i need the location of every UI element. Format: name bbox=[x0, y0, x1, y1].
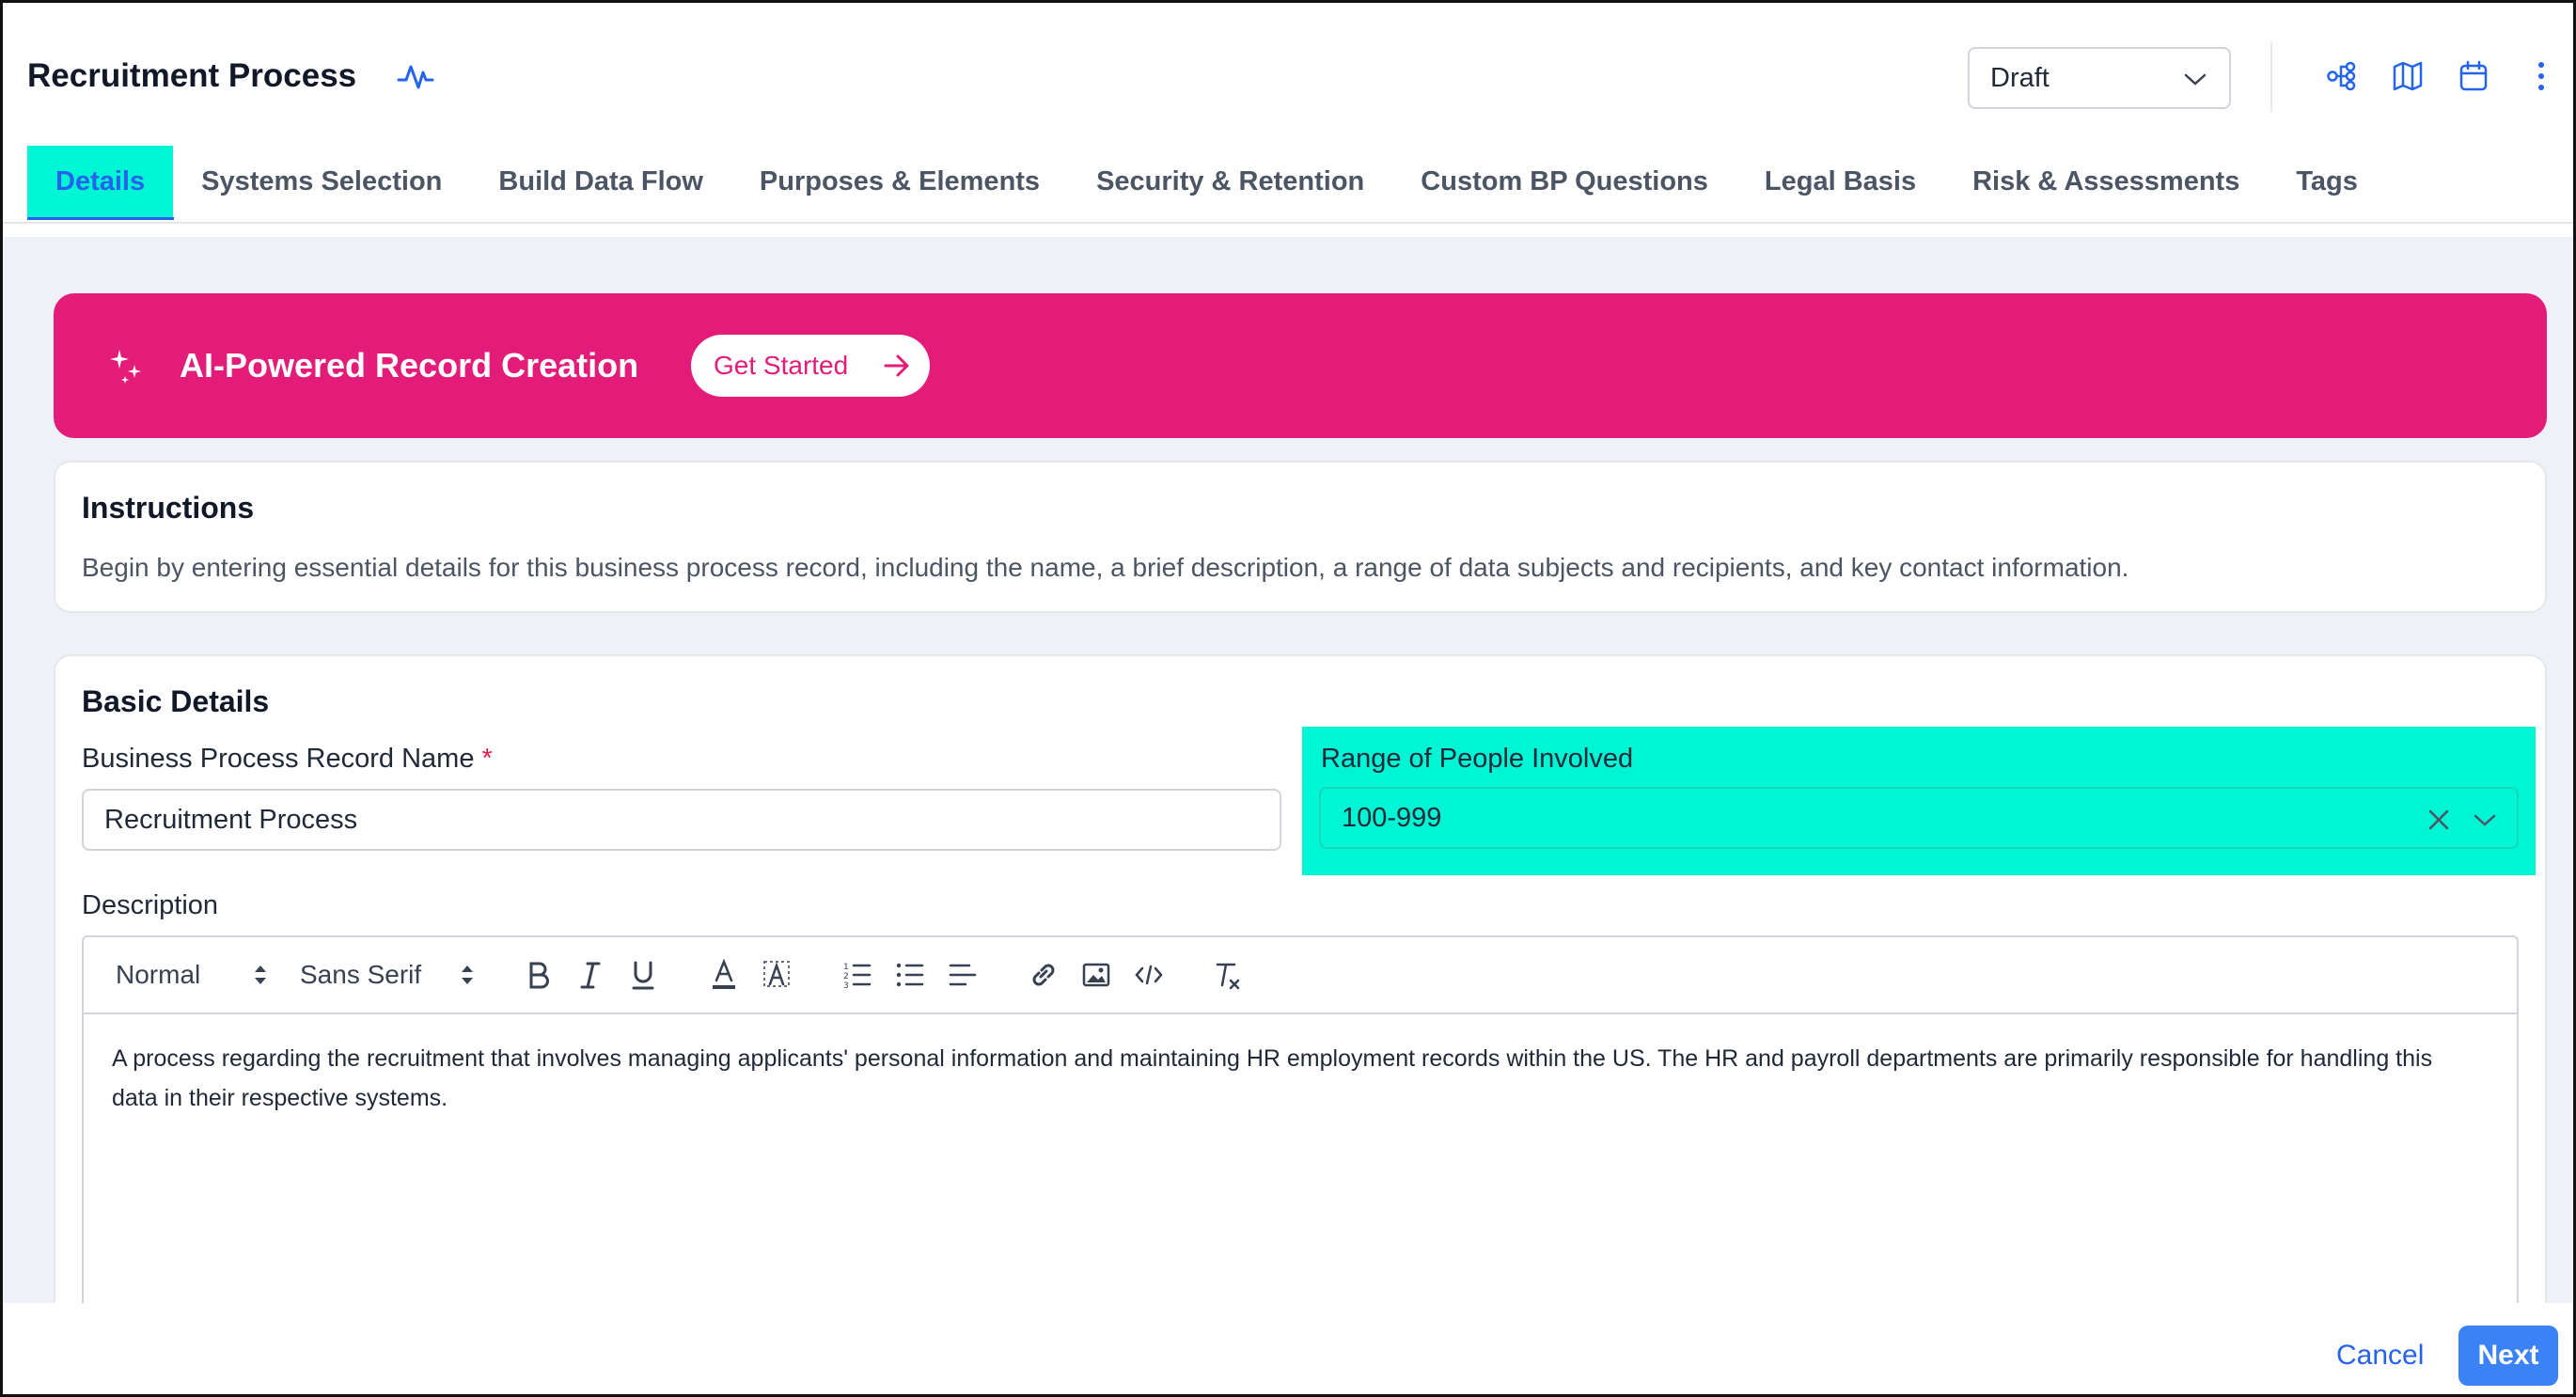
ordered-list-icon[interactable]: 123 bbox=[841, 958, 873, 992]
record-name-label-text: Business Process Record Name bbox=[82, 744, 475, 774]
tab-bar: Details Systems Selection Build Data Flo… bbox=[27, 146, 2386, 221]
svg-text:1: 1 bbox=[843, 963, 849, 972]
code-icon[interactable] bbox=[1133, 958, 1165, 992]
range-of-people-label: Range of People Involved bbox=[1321, 744, 1634, 774]
tab-purposes-elements[interactable]: Purposes & Elements bbox=[731, 146, 1068, 217]
description-text[interactable]: A process regarding the recruitment that… bbox=[112, 1039, 2481, 1118]
cancel-button[interactable]: Cancel bbox=[2316, 1327, 2444, 1384]
tab-bar-border bbox=[3, 222, 2573, 224]
link-icon[interactable] bbox=[1028, 958, 1060, 992]
range-of-people-select[interactable]: 100-999 bbox=[1319, 787, 2519, 849]
clear-icon[interactable] bbox=[2427, 808, 2451, 832]
tab-custom-bp-questions[interactable]: Custom BP Questions bbox=[1392, 146, 1736, 217]
get-started-button[interactable]: Get Started bbox=[691, 335, 930, 397]
underline-icon[interactable] bbox=[629, 958, 657, 992]
ai-banner: AI-Powered Record Creation Get Started bbox=[54, 293, 2547, 438]
description-label: Description bbox=[82, 890, 219, 920]
image-icon[interactable] bbox=[1080, 958, 1112, 992]
bullet-list-icon[interactable] bbox=[894, 958, 926, 992]
page-header: Recruitment Process Draft bbox=[3, 3, 2573, 144]
record-name-input[interactable]: Recruitment Process bbox=[82, 789, 1281, 851]
chevron-down-icon bbox=[2182, 68, 2208, 90]
record-name-label: Business Process Record Name * bbox=[82, 744, 493, 775]
background-color-icon[interactable] bbox=[761, 958, 793, 992]
tab-legal-basis[interactable]: Legal Basis bbox=[1736, 146, 1944, 217]
range-of-people-value: 100-999 bbox=[1342, 802, 1442, 833]
basic-details-title: Basic Details bbox=[82, 684, 270, 718]
svg-text:3: 3 bbox=[843, 981, 849, 991]
app-window: Recruitment Process Draft Details System… bbox=[0, 0, 2576, 1397]
required-marker: * bbox=[481, 744, 493, 774]
sparkle-icon bbox=[106, 346, 148, 387]
editor-toolbar: Normal Sans Serif 1 2 3 bbox=[84, 937, 2517, 1014]
font-family-picker[interactable]: Sans Serif bbox=[300, 958, 421, 992]
text-size-picker[interactable]: Normal bbox=[116, 958, 200, 992]
activity-icon[interactable] bbox=[396, 59, 435, 93]
tab-systems-selection[interactable]: Systems Selection bbox=[173, 146, 470, 217]
align-icon[interactable] bbox=[947, 958, 979, 992]
text-color-icon[interactable] bbox=[708, 958, 740, 992]
active-tab-indicator bbox=[27, 217, 174, 220]
svg-text:2: 2 bbox=[843, 972, 849, 981]
instructions-card: Instructions Begin by entering essential… bbox=[54, 461, 2547, 613]
instructions-text: Begin by entering essential details for … bbox=[82, 553, 2129, 582]
font-updown-icon[interactable] bbox=[458, 958, 477, 992]
italic-icon[interactable] bbox=[576, 958, 605, 992]
status-select[interactable]: Draft bbox=[1968, 47, 2231, 109]
get-started-label: Get Started bbox=[714, 351, 849, 380]
arrow-right-icon bbox=[883, 353, 911, 379]
record-name-value: Recruitment Process bbox=[104, 804, 358, 835]
map-icon[interactable] bbox=[2391, 59, 2425, 93]
tab-build-data-flow[interactable]: Build Data Flow bbox=[470, 146, 731, 217]
tab-security-retention[interactable]: Security & Retention bbox=[1068, 146, 1392, 217]
bold-icon[interactable] bbox=[524, 958, 552, 992]
font-family-value: Sans Serif bbox=[300, 960, 422, 989]
tab-details[interactable]: Details bbox=[27, 146, 174, 217]
range-of-people-field: Range of People Involved 100-999 bbox=[1302, 727, 2536, 875]
size-updown-icon[interactable] bbox=[251, 958, 270, 992]
header-divider bbox=[2270, 42, 2272, 112]
chevron-down-icon[interactable] bbox=[2472, 809, 2498, 830]
ai-banner-title: AI-Powered Record Creation bbox=[180, 346, 639, 385]
flow-diagram-icon[interactable] bbox=[2325, 59, 2359, 93]
page-title: Recruitment Process bbox=[27, 57, 357, 94]
status-select-value: Draft bbox=[1990, 62, 2050, 93]
footer-bar: Cancel Next bbox=[3, 1303, 2573, 1394]
more-vertical-icon[interactable] bbox=[2524, 59, 2558, 93]
tab-tags[interactable]: Tags bbox=[2268, 146, 2386, 217]
calendar-icon[interactable] bbox=[2457, 59, 2490, 93]
text-size-value: Normal bbox=[116, 960, 201, 989]
clear-format-icon[interactable] bbox=[1212, 958, 1244, 992]
next-button[interactable]: Next bbox=[2458, 1326, 2558, 1386]
tab-risk-assessments[interactable]: Risk & Assessments bbox=[1944, 146, 2268, 217]
instructions-title: Instructions bbox=[82, 491, 255, 525]
